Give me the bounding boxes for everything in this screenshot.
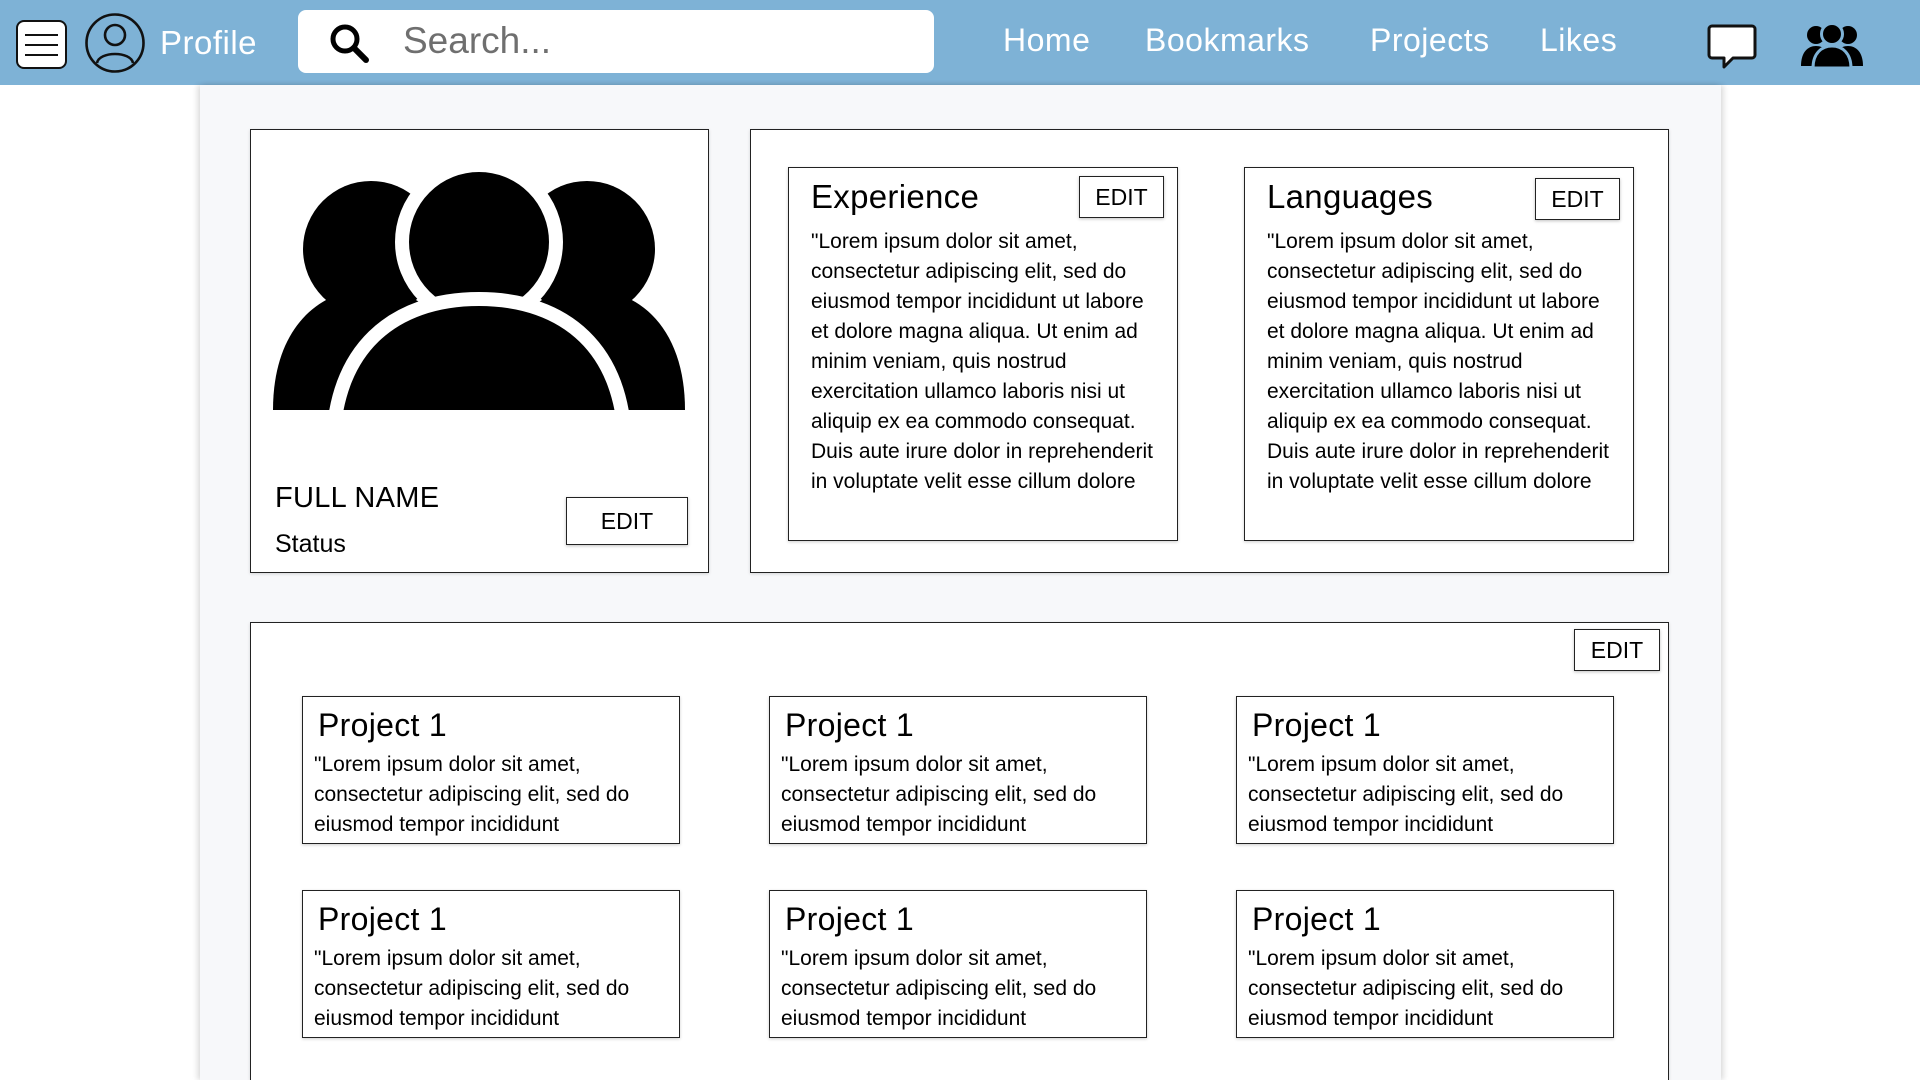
edit-experience-button[interactable]: EDIT xyxy=(1079,176,1164,218)
info-panel: Experience EDIT "Lorem ipsum dolor sit a… xyxy=(750,129,1669,573)
edit-projects-button[interactable]: EDIT xyxy=(1574,629,1660,671)
project-title: Project 1 xyxy=(1252,901,1381,937)
project-description: "Lorem ipsum dolor sit amet, consectetur… xyxy=(1248,947,1564,1030)
experience-title: Experience xyxy=(811,178,980,215)
main-content: FULL NAME Status EDIT Experience EDIT "L… xyxy=(200,85,1721,1080)
profile-link[interactable]: Profile xyxy=(160,24,257,62)
project-title: Project 1 xyxy=(318,901,447,937)
project-card[interactable]: Project 1 "Lorem ipsum dolor sit amet, c… xyxy=(1236,696,1614,844)
search-icon[interactable] xyxy=(328,22,370,64)
languages-card: Languages EDIT "Lorem ipsum dolor sit am… xyxy=(1244,167,1634,541)
project-description: "Lorem ipsum dolor sit amet, consectetur… xyxy=(1248,753,1564,836)
project-title: Project 1 xyxy=(785,901,914,937)
nav-home[interactable]: Home xyxy=(1003,22,1090,59)
nav-likes[interactable]: Likes xyxy=(1540,22,1617,59)
project-title: Project 1 xyxy=(1252,707,1381,743)
nav-projects[interactable]: Projects xyxy=(1370,22,1490,59)
project-card[interactable]: Project 1 "Lorem ipsum dolor sit amet, c… xyxy=(1236,890,1614,1038)
project-description: "Lorem ipsum dolor sit amet, consectetur… xyxy=(781,947,1097,1030)
search-bar xyxy=(298,10,934,73)
experience-card: Experience EDIT "Lorem ipsum dolor sit a… xyxy=(788,167,1178,541)
project-card[interactable]: Project 1 "Lorem ipsum dolor sit amet, c… xyxy=(769,890,1147,1038)
people-group-icon[interactable] xyxy=(1800,22,1864,68)
profile-card: FULL NAME Status EDIT xyxy=(250,129,709,573)
status-text: Status xyxy=(275,530,346,558)
full-name: FULL NAME xyxy=(275,482,440,514)
search-input[interactable] xyxy=(403,18,903,64)
project-description: "Lorem ipsum dolor sit amet, consectetur… xyxy=(314,753,630,836)
project-card[interactable]: Project 1 "Lorem ipsum dolor sit amet, c… xyxy=(302,890,680,1038)
nav-bookmarks[interactable]: Bookmarks xyxy=(1145,22,1310,59)
project-description: "Lorem ipsum dolor sit amet, consectetur… xyxy=(314,947,630,1030)
edit-profile-button[interactable]: EDIT xyxy=(566,497,688,545)
user-avatar-icon[interactable] xyxy=(84,12,146,74)
project-title: Project 1 xyxy=(318,707,447,743)
experience-text: "Lorem ipsum dolor sit amet, consectetur… xyxy=(811,230,1154,493)
top-navigation-bar: Profile Home Bookmarks Projects Likes xyxy=(0,0,1920,85)
languages-text: "Lorem ipsum dolor sit amet, consectetur… xyxy=(1267,230,1610,493)
project-description: "Lorem ipsum dolor sit amet, consectetur… xyxy=(781,753,1097,836)
people-group-icon xyxy=(273,164,685,410)
project-title: Project 1 xyxy=(785,707,914,743)
project-card[interactable]: Project 1 "Lorem ipsum dolor sit amet, c… xyxy=(769,696,1147,844)
chat-bubble-icon[interactable] xyxy=(1706,20,1758,72)
project-card[interactable]: Project 1 "Lorem ipsum dolor sit amet, c… xyxy=(302,696,680,844)
hamburger-menu-icon[interactable] xyxy=(16,20,67,69)
projects-panel: EDIT Project 1 "Lorem ipsum dolor sit am… xyxy=(250,622,1669,1080)
languages-title: Languages xyxy=(1267,178,1434,215)
edit-languages-button[interactable]: EDIT xyxy=(1535,178,1620,220)
